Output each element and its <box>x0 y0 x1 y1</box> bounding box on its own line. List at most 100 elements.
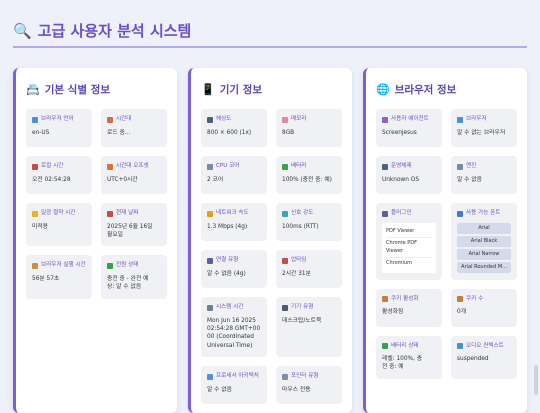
info-card-label: 시간대 <box>107 116 161 124</box>
gear-icon <box>457 163 463 170</box>
info-card: 사용자 에이전트 Screenjesus <box>376 109 442 147</box>
chip-icon <box>207 373 213 380</box>
info-card: 배터리 상태 레벨: 100%, 충 전 중: 예 <box>376 335 442 379</box>
cookie-icon <box>457 296 463 303</box>
mouse-icon <box>282 373 288 380</box>
search-icon <box>457 116 463 123</box>
info-card-label: 쿠키 수 <box>457 296 511 304</box>
signal-icon <box>207 210 213 217</box>
info-card-label: 네트워크 속도 <box>207 210 261 218</box>
info-card: 메모리 8GB <box>276 109 342 147</box>
wifi-icon <box>282 210 288 217</box>
info-card-label: CPU 코어 <box>207 163 261 171</box>
info-card-value: Screenjesus <box>382 129 417 136</box>
title-divider <box>13 46 527 48</box>
info-card: 운영체제 Unknown OS <box>376 156 442 194</box>
info-card: 쿠키 활성화활성화됨 <box>376 288 442 327</box>
info-card-label: 연결 유형 <box>207 257 261 265</box>
info-card-label: 쿠키 활성화 <box>382 296 436 304</box>
info-card-value: Unknown OS <box>382 176 419 183</box>
id-card-icon: 📇 <box>26 83 40 96</box>
laptop-icon <box>382 163 388 170</box>
font-item: Arial Black <box>457 235 511 247</box>
info-card: 브라우저 실행 시간 56분 57초 <box>26 255 92 299</box>
info-card-label: 배터리 상태 <box>382 343 436 351</box>
cookie-icon <box>382 296 388 303</box>
info-card: 기기 유형데스크탑/노트북 <box>276 297 342 358</box>
info-card-value: 알 수 없는 브라우저 <box>457 129 506 136</box>
info-card-value: 1.3 Mbps (4g) <box>207 223 248 230</box>
info-card-value: 2시간 31분 <box>282 270 311 277</box>
battery-icon <box>282 163 288 170</box>
globe-icon: 🌐 <box>376 83 390 96</box>
info-card: CPU 코어 2 코어 <box>201 156 267 194</box>
info-card-value: 2025년 6월 16일 월요일 <box>107 223 153 238</box>
info-card-label: 배터리 <box>282 163 336 171</box>
clock-icon <box>107 116 113 123</box>
info-card-value: 활성화됨 <box>382 309 404 316</box>
info-card-value: 0개 <box>457 309 467 316</box>
info-card-label: 전원 상태 <box>107 262 161 270</box>
info-card-label: 사용 가능 폰트 <box>457 210 511 218</box>
info-card-value: 충전 중 - 완전 예 상: 알 수 없음 <box>107 275 149 291</box>
info-card: 네트워크 속도 1.3 Mbps (4g) <box>201 203 267 241</box>
plugin-item: Chrome PDF Viewer <box>386 238 432 259</box>
info-card-label: 프로세서 아키텍처 <box>207 373 261 381</box>
info-card: 해상도 800 × 600 (1x) <box>201 109 267 147</box>
calendar-icon <box>32 163 38 170</box>
info-card: 쿠키 수 0개 <box>451 288 517 327</box>
watch-icon <box>207 304 213 311</box>
info-card-label: 시스템 시간 <box>207 304 261 312</box>
info-card: 플러그인 PDF Viewer Chrome PDF Viewer Chromium <box>376 203 442 280</box>
info-card-value: 미적용 <box>32 223 48 230</box>
info-card-label: 해상도 <box>207 116 261 124</box>
globe-icon <box>32 116 38 123</box>
info-card: 일광 절약 시간 미적용 <box>26 203 92 247</box>
info-card-value: 2 코어 <box>207 176 224 183</box>
info-card-value: 알 수 없음 <box>457 176 483 183</box>
info-card: 시스템 시간 Mon Jun 16 2025 02:54:28 GMT+00 00… <box>201 297 267 358</box>
panel-basic-identity: 📇 기본 식별 정보 브라우저 언어 en-US 시간대 로드 중... 로컬 시간 오전… <box>13 68 177 413</box>
info-card-value: 데스크탑/노트북 <box>282 317 322 324</box>
info-card-value: 마우스 전용 <box>282 386 311 393</box>
font-list: Arial Arial Black Arial Narrow Arial Rounde… <box>457 222 511 273</box>
info-card-value: 오전 02:54:28 <box>32 176 71 183</box>
info-card-label: 엔진 <box>457 163 511 171</box>
info-card: 연결 유형 알 수 없음 (4g) <box>201 250 267 288</box>
gear-icon <box>207 163 213 170</box>
info-card-value: suspended <box>457 356 489 363</box>
plug-icon <box>382 210 388 217</box>
info-card-label: 기기 유형 <box>282 304 336 312</box>
info-card: 오디오 컨텍스트 suspended <box>451 335 517 379</box>
page-title-text: 고급 사용자 분석 시스템 <box>37 22 192 40</box>
phone-icon: 📱 <box>201 83 215 96</box>
info-card-value: 알 수 없음 <box>207 386 233 393</box>
id-icon <box>382 116 388 123</box>
magnifier-icon: 🔍 <box>13 21 32 40</box>
panel-browser-info: 🌐 브라우저 정보 사용자 에이전트 Screenjesus 브라우저 알 수 없는 … <box>363 68 527 413</box>
info-card-value: Mon Jun 16 2025 02:54:28 GMT+00 00 (Coor… <box>207 317 261 349</box>
info-card: 엔진알 수 없음 <box>451 156 517 194</box>
battery-icon <box>107 262 113 269</box>
info-card: 신호 강도 100ms (RTT) <box>276 203 342 241</box>
info-card: 시간대 로드 중... <box>101 109 167 147</box>
scrollbar[interactable] <box>534 365 538 395</box>
info-card: 브라우저알 수 없는 브라우저 <box>451 109 517 147</box>
speaker-icon <box>457 343 463 350</box>
info-card-label: 오디오 컨텍스트 <box>457 343 511 351</box>
panel-device-info: 📱 기기 정보 해상도 800 × 600 (1x) 메모리 8GB CPU 코어 2 코… <box>188 68 352 413</box>
info-card: 로컬 시간 오전 02:54:28 <box>26 156 92 194</box>
info-card-label: 시간대 오프셋 <box>107 163 161 171</box>
info-card-value: UTC+0시간 <box>107 176 138 183</box>
font-icon <box>457 210 463 217</box>
info-card-label: 신호 강도 <box>282 210 336 218</box>
info-card: 브라우저 언어 en-US <box>26 109 92 147</box>
info-card-label: 운영체제 <box>382 163 436 171</box>
info-card-label: 업타임 <box>282 257 336 265</box>
plugin-item: PDF Viewer <box>386 226 432 239</box>
plugin-list: PDF Viewer Chrome PDF Viewer Chromium <box>382 222 436 273</box>
info-card-label: 브라우저 <box>457 116 511 124</box>
panel-title: 🌐 브라우저 정보 <box>376 83 457 96</box>
sun-icon <box>32 210 38 217</box>
font-item: Arial Narrow <box>457 248 511 260</box>
